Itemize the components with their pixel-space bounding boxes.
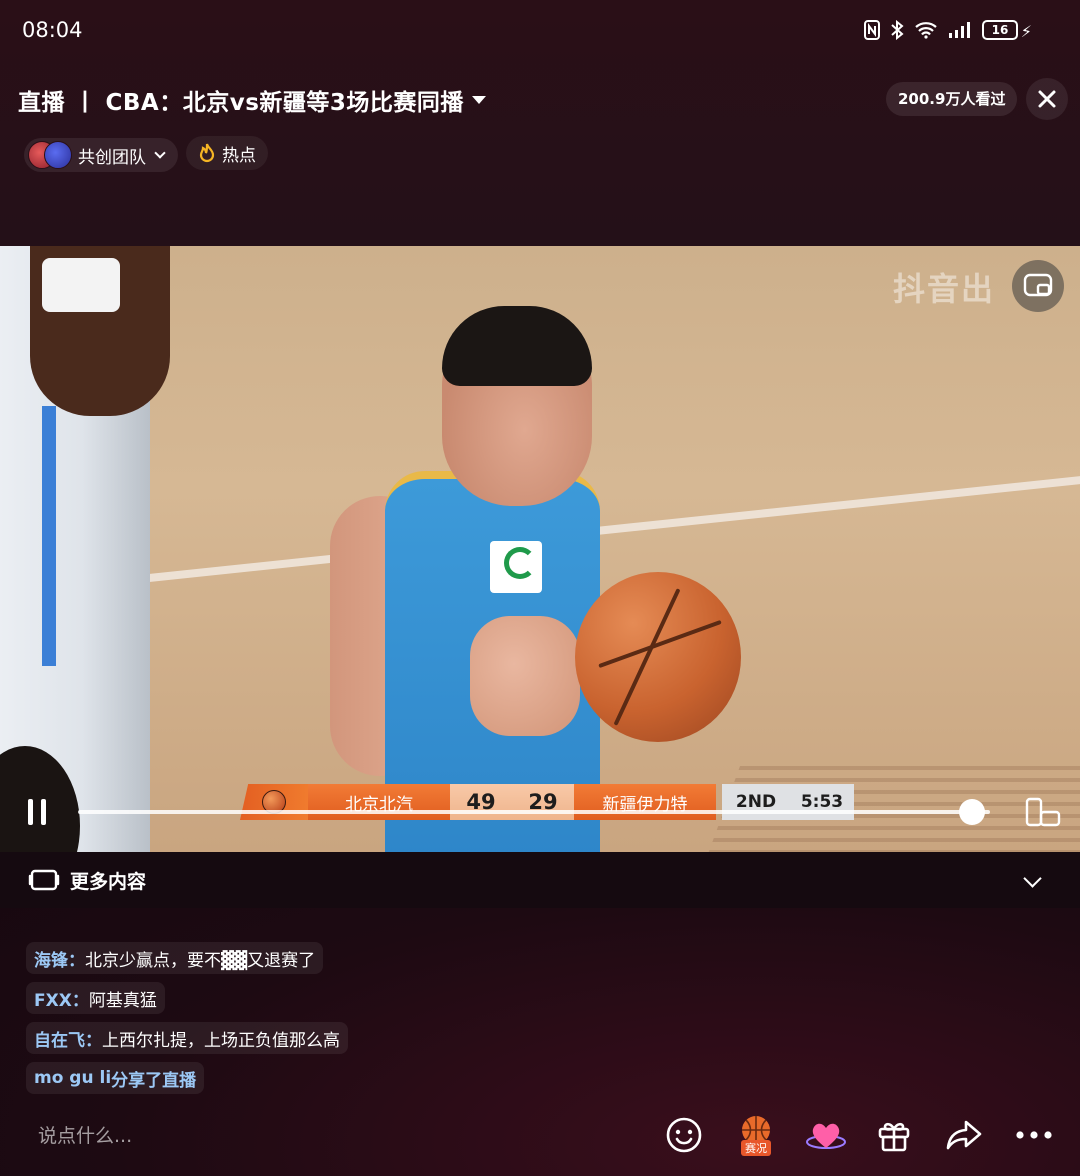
heart-icon [806,1123,846,1149]
away-team-name: 新疆伊力特 [574,784,716,820]
rotate-screen-button[interactable] [1024,796,1062,830]
hot-label: 热点 [222,145,256,166]
chevron-down-icon [154,147,166,159]
viewer-count: 200.9万人看过 [886,82,1018,116]
basketball [575,572,741,742]
signal-icon [949,22,970,38]
more-content-icon [28,869,60,891]
avatar [44,141,72,169]
pause-bar [28,799,33,825]
gift-icon [878,1122,910,1152]
status-time: 08:04 [22,18,83,42]
emoji-button[interactable] [660,1110,708,1160]
comment-input-box[interactable] [24,1110,644,1162]
chat-text: 阿基真猛 [88,990,157,1011]
emoji-icon [666,1117,702,1153]
chat-username: 海锋： [34,950,85,971]
wristband [42,258,120,312]
more-content-label: 更多内容 [70,870,147,893]
like-button[interactable] [802,1110,850,1160]
team-selector[interactable]: 共创团队 [24,138,178,172]
chat-text: 上西尔扎提，上场正负值那么高 [102,1030,340,1051]
status-icons: 16 [864,20,1018,40]
comment-input[interactable] [24,1110,644,1162]
player-arm [30,246,170,416]
away-score: 29 [512,784,574,820]
player-hair [442,306,592,386]
player-main [330,306,630,852]
chat-username: mo gu li [34,1068,112,1088]
progress-thumb[interactable] [958,799,985,825]
share-icon [946,1120,982,1150]
chat-text: 北京少赢点，要不▓▓又退赛了 [85,950,316,971]
chat-message[interactable]: 海锋： 北京少赢点，要不▓▓又退赛了 [26,942,324,974]
pause-bar [41,799,46,825]
charging-icon: ⚡ [1020,22,1032,41]
chat-message[interactable]: FXX： 阿基真猛 [26,982,165,1014]
sponsor-logo [490,541,542,593]
video-player[interactable]: 抖音出 北京北汽 49 29 新疆伊力特 2ND 5:53 [0,246,1080,852]
player-hand [470,616,580,736]
pip-button[interactable] [1012,260,1064,312]
more-dots-icon [1016,1131,1052,1139]
caret-down-icon [471,96,486,104]
team-avatars [28,141,72,169]
close-icon [1038,90,1056,108]
hot-topic-button[interactable]: 热点 [186,136,268,170]
flame-icon [199,143,215,163]
live-title: 直播 丨 CBA：北京vs新疆等3场比赛同播 [18,90,464,116]
wifi-icon [915,22,937,39]
home-team-name: 北京北汽 [308,784,450,820]
game-stats-button[interactable]: 赛况 [732,1110,780,1160]
battery-indicator: 16 [982,20,1018,40]
rotate-screen-icon [1025,797,1061,827]
share-button[interactable] [940,1110,988,1160]
cba-logo [240,784,308,820]
game-clock: 5:53 [790,784,854,820]
jersey-stripe [42,406,56,666]
chat-message[interactable]: 自在飞： 上西尔扎提，上场正负值那么高 [26,1022,348,1054]
scoreboard: 北京北汽 49 29 新疆伊力特 2ND 5:53 [240,784,860,820]
picture-in-picture-icon [1023,273,1053,297]
chat-username: 自在飞： [34,1030,102,1051]
status-bar: 08:04 16 ⚡ [0,0,1080,64]
live-title-dropdown[interactable]: 直播 丨 CBA：北京vs新疆等3场比赛同播 [18,80,486,120]
progress-bar[interactable] [78,810,990,814]
gift-button[interactable] [870,1110,918,1160]
chat-username: FXX： [34,990,89,1011]
game-stats-label: 赛况 [741,1140,771,1156]
more-content-bar[interactable]: 更多内容 [0,852,1080,908]
douyin-watermark: 抖音出 [893,270,996,308]
close-button[interactable] [1026,78,1068,120]
chat-text: 分享了直播 [111,1070,197,1091]
home-score: 49 [450,784,512,820]
nfc-icon [864,20,880,40]
bluetooth-icon [891,20,904,40]
more-options-button[interactable] [1010,1110,1058,1160]
team-label: 共创团队 [78,147,146,168]
game-period: 2ND [722,784,790,820]
pause-button[interactable] [28,799,54,825]
chat-share-notice[interactable]: mo gu li 分享了直播 [26,1062,205,1094]
